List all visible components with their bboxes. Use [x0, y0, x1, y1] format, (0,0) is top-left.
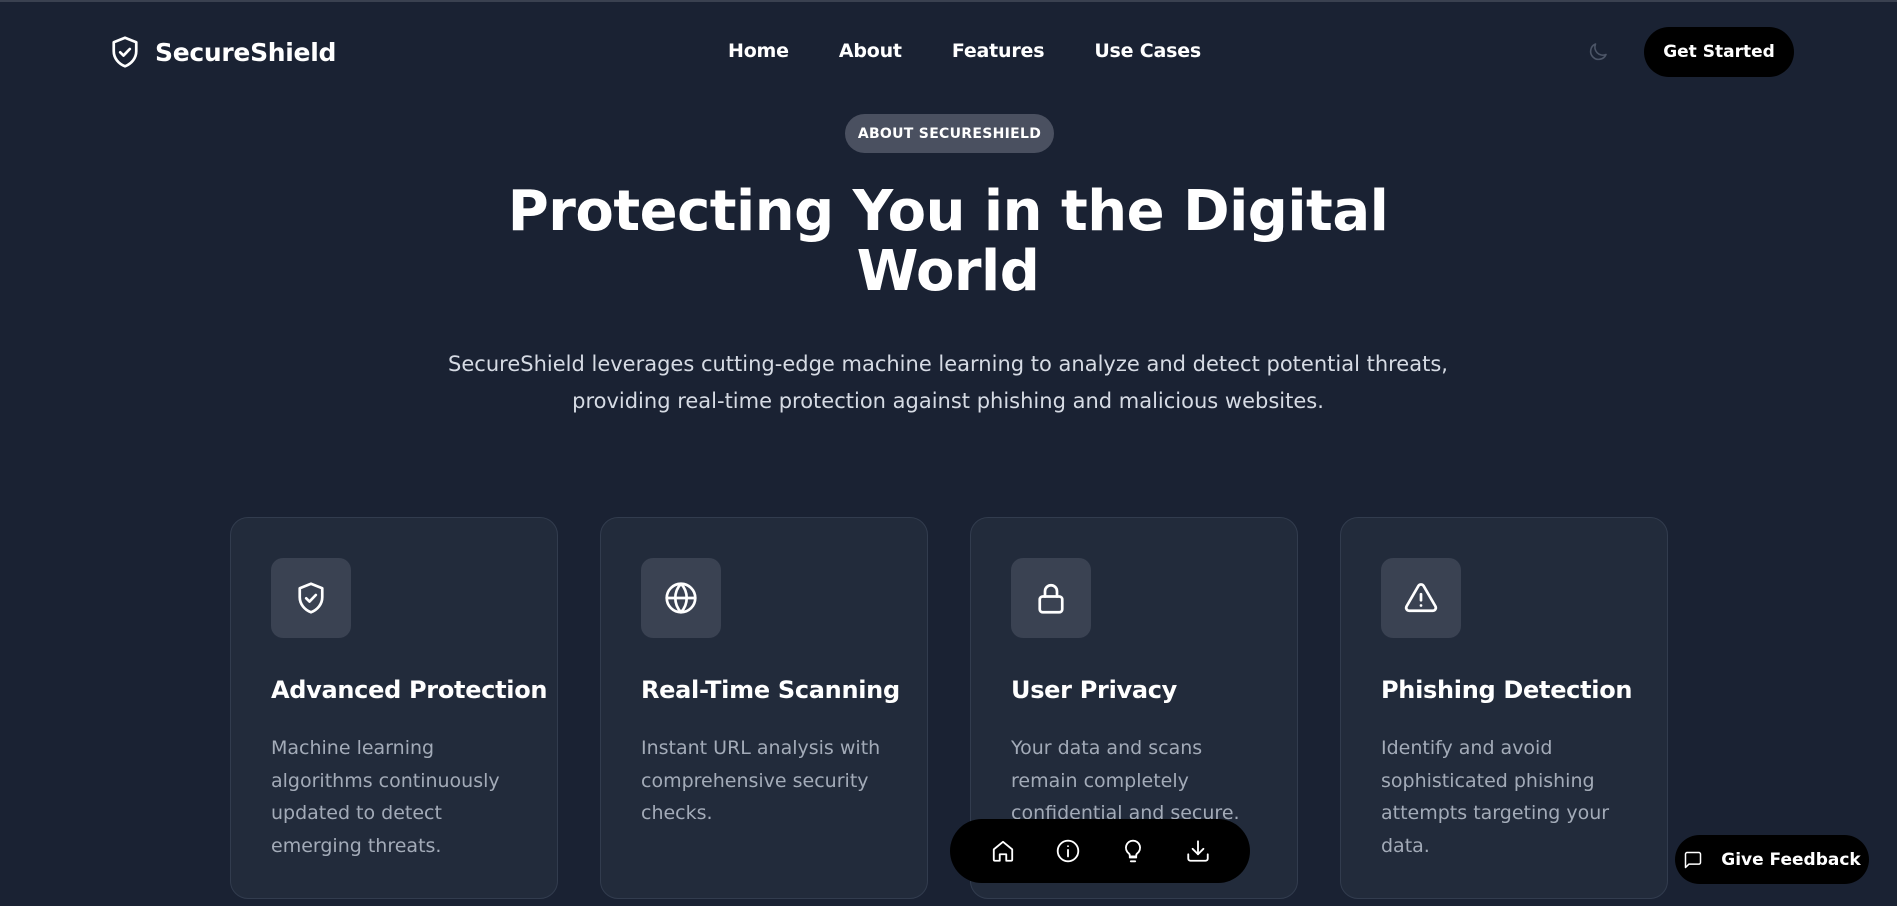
feature-icon-tile	[641, 558, 721, 638]
download-icon	[1185, 838, 1211, 864]
feature-card-phishing-detection: Phishing Detection Identify and avoid so…	[1340, 517, 1668, 899]
main-nav: Home About Features Use Cases	[728, 40, 1201, 62]
section-badge: ABOUT SECURESHIELD	[845, 114, 1054, 153]
lock-icon	[1033, 580, 1069, 616]
feature-description: Your data and scans remain completely co…	[1011, 737, 1240, 824]
feature-title: User Privacy	[1011, 676, 1178, 704]
moon-icon	[1586, 40, 1610, 64]
feature-icon-tile	[1011, 558, 1091, 638]
theme-toggle-button[interactable]	[1586, 40, 1610, 64]
nav-features-link[interactable]: Features	[952, 40, 1045, 62]
globe-icon	[663, 580, 699, 616]
feature-icon-tile	[1381, 558, 1461, 638]
dock-download-button[interactable]	[1185, 838, 1211, 864]
nav-use-cases-link[interactable]: Use Cases	[1094, 40, 1201, 62]
get-started-button[interactable]: Get Started	[1644, 27, 1794, 77]
dock-features-button[interactable]	[1120, 838, 1146, 864]
hero-subtitle: SecureShield leverages cutting-edge mach…	[448, 352, 1448, 413]
nav-home-link[interactable]: Home	[728, 40, 789, 62]
give-feedback-label: Give Feedback	[1721, 849, 1861, 870]
feature-card-advanced-protection: Advanced Protection Machine learning alg…	[230, 517, 558, 899]
dock-home-button[interactable]	[990, 838, 1016, 864]
shield-check-icon	[293, 580, 329, 616]
feature-description: Identify and avoid sophisticated phishin…	[1381, 737, 1610, 857]
brand-name: SecureShield	[155, 37, 337, 67]
alert-triangle-icon	[1403, 580, 1439, 616]
feature-description: Instant URL analysis with comprehensive …	[641, 737, 881, 824]
feature-description: Machine learning algorithms continuously…	[271, 737, 500, 857]
feature-title: Real-Time Scanning	[641, 676, 900, 704]
feature-title: Phishing Detection	[1381, 676, 1633, 704]
lightbulb-icon	[1120, 838, 1146, 864]
feature-title: Advanced Protection	[271, 676, 548, 704]
hero-title: Protecting You in the Digital World	[507, 179, 1389, 304]
give-feedback-button[interactable]: Give Feedback	[1675, 835, 1869, 884]
feature-card-real-time-scanning: Real-Time Scanning Instant URL analysis …	[600, 517, 928, 899]
nav-about-link[interactable]: About	[839, 40, 902, 62]
message-square-icon	[1683, 850, 1703, 870]
feature-icon-tile	[271, 558, 351, 638]
top-border	[0, 0, 1897, 2]
info-icon	[1055, 838, 1081, 864]
dock-about-button[interactable]	[1055, 838, 1081, 864]
shield-check-icon	[107, 33, 143, 71]
floating-dock	[950, 819, 1250, 883]
home-icon	[990, 838, 1016, 864]
brand-logo[interactable]: SecureShield	[107, 33, 336, 71]
